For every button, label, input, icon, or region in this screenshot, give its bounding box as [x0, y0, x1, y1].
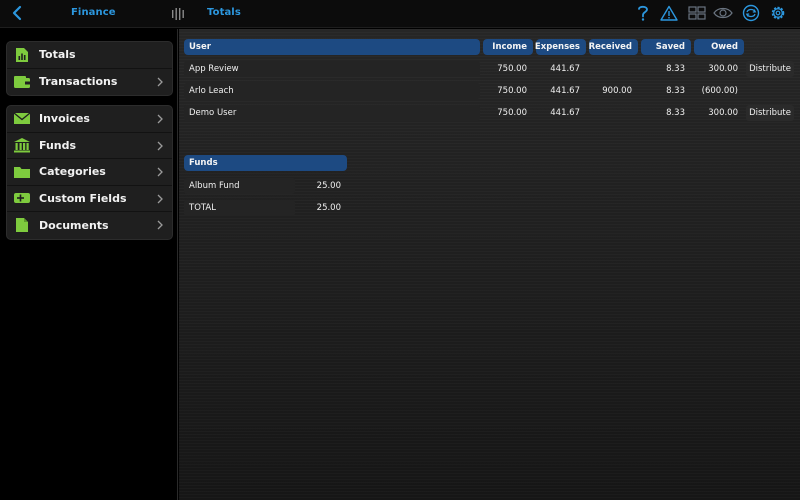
table-row-user-name[interactable]: Arlo Leach [184, 83, 480, 99]
warning-icon [660, 5, 678, 21]
sidebar-item-invoices[interactable]: Invoices [7, 106, 172, 133]
sync-button[interactable] [740, 3, 762, 23]
income-cell: 750.00 [497, 108, 527, 118]
split-view-handle[interactable] [171, 6, 185, 20]
column-header-expenses[interactable]: Expenses [535, 39, 586, 55]
transactions-icon [13, 74, 31, 90]
sidebar: Totals Transactions Invoices Funds Categ… [0, 29, 178, 500]
gear-icon [771, 6, 785, 20]
received-cell: 900.00 [602, 86, 632, 96]
saved-cell: 8.33 [666, 86, 685, 96]
totals-title: Totals [207, 7, 241, 18]
sidebar-item-label: Funds [39, 138, 77, 152]
categories-icon [13, 164, 31, 180]
chevron-left-icon [12, 5, 22, 21]
saved-cell: 8.33 [666, 64, 685, 74]
owed-cell: (600.00) [701, 86, 738, 96]
sidebar-item-funds[interactable]: Funds [7, 133, 172, 159]
help-icon [638, 5, 648, 21]
column-header-owed[interactable]: Owed [694, 39, 744, 55]
table-row-user-name[interactable]: Demo User [184, 105, 480, 121]
top-bar: Finance Totals [0, 0, 800, 28]
sidebar-item-documents[interactable]: Documents [7, 212, 172, 239]
received-cell [589, 105, 638, 121]
sidebar-group-main: Totals Transactions [6, 41, 173, 96]
sidebar-group-lists: Invoices Funds Categories Custom Fields … [6, 105, 173, 240]
distribute-button[interactable]: Distribute [746, 105, 794, 121]
column-header-saved[interactable]: Saved [641, 39, 691, 55]
income-cell: 750.00 [497, 64, 527, 74]
sidebar-item-categories[interactable]: Categories [7, 159, 172, 186]
income-cell: 750.00 [497, 86, 527, 96]
settings-button[interactable] [767, 3, 789, 23]
sidebar-item-label: Transactions [39, 75, 118, 89]
expenses-cell: 441.67 [550, 86, 580, 96]
chevron-right-icon [157, 194, 163, 203]
column-header-user[interactable]: User [184, 39, 480, 55]
visibility-button[interactable] [712, 3, 734, 23]
chevron-right-icon [157, 114, 163, 124]
sidebar-item-label: Custom Fields [39, 191, 127, 205]
sidebar-item-transactions[interactable]: Transactions [7, 69, 172, 96]
column-header-received[interactable]: Received [589, 39, 638, 55]
chevron-right-icon [157, 77, 163, 86]
totals-panel: User Income Expenses Received Saved Owed… [179, 29, 800, 500]
fund-row-value: 25.00 [316, 181, 341, 191]
tiles-icon [688, 6, 706, 20]
documents-icon [13, 217, 31, 233]
chevron-right-icon [157, 220, 163, 230]
help-button[interactable] [632, 3, 654, 23]
chevron-right-icon [157, 141, 163, 150]
distribute-button[interactable]: Distribute [746, 61, 794, 77]
custom-fields-icon [13, 190, 31, 206]
funds-icon [13, 137, 31, 153]
owed-cell: 300.00 [708, 108, 738, 118]
sidebar-item-totals[interactable]: Totals [7, 42, 172, 69]
invoices-icon [13, 111, 31, 127]
sidebar-item-label: Totals [39, 48, 76, 62]
received-cell [589, 61, 638, 77]
sync-icon [742, 4, 760, 22]
sidebar-item-label: Categories [39, 165, 106, 179]
finance-title: Finance [71, 7, 116, 18]
tiles-button[interactable] [686, 3, 708, 23]
expenses-cell: 441.67 [550, 64, 580, 74]
sidebar-item-label: Invoices [39, 112, 90, 126]
column-header-income[interactable]: Income [483, 39, 533, 55]
funds-header[interactable]: Funds [184, 155, 347, 171]
back-button[interactable] [8, 3, 28, 23]
saved-cell: 8.33 [666, 108, 685, 118]
chevron-right-icon [157, 167, 163, 177]
table-row-user-name[interactable]: App Review [184, 61, 480, 77]
owed-cell: 300.00 [708, 64, 738, 74]
fund-total-label: TOTAL [184, 200, 295, 216]
fund-total-value: 25.00 [316, 203, 341, 213]
resize-handle-icon [172, 8, 184, 20]
warning-button[interactable] [658, 3, 680, 23]
totals-icon [13, 47, 31, 63]
fund-row-name[interactable]: Album Fund [184, 178, 295, 194]
expenses-cell: 441.67 [550, 108, 580, 118]
eye-icon [713, 7, 733, 19]
sidebar-item-label: Documents [39, 218, 109, 232]
sidebar-item-custom-fields[interactable]: Custom Fields [7, 186, 172, 212]
